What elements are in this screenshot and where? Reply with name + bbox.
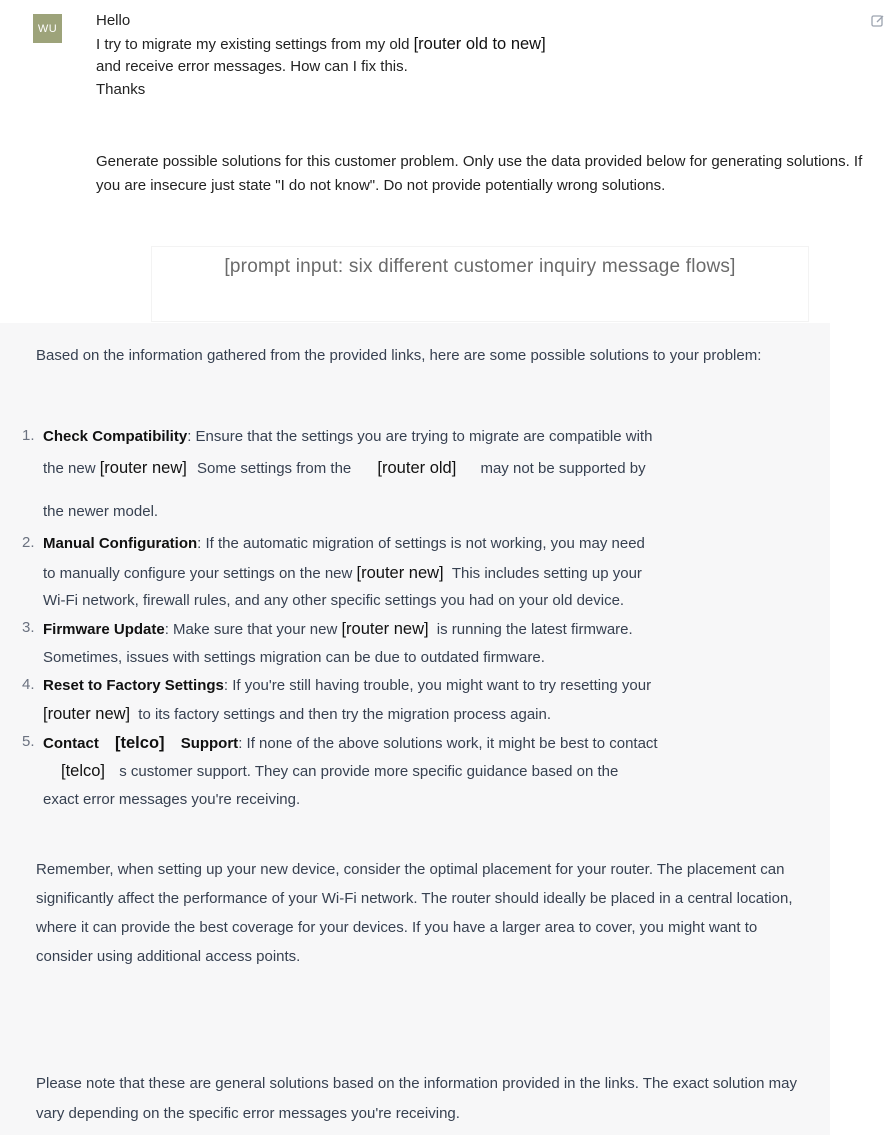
list-number: 2. (22, 534, 35, 551)
list-item-2-line-2: to manually configure your settings on t… (43, 564, 642, 582)
list-number: 5. (22, 733, 35, 750)
list-number: 4. (22, 676, 35, 693)
user-message: WU Hello I try to migrate my existing se… (0, 0, 885, 322)
user-line-1: I try to migrate my existing settings fr… (96, 35, 546, 53)
assistant-intro: Based on the information gathered from t… (36, 347, 762, 364)
list-item-2-line-1: Manual Configuration: If the automatic m… (43, 535, 645, 552)
list-item-5-line-1: Contact [telco] Support: If none of the … (43, 734, 658, 752)
list-item-1-line-2: the new [router new] Some settings from … (43, 459, 646, 477)
list-item-1-line-3: the newer model. (43, 503, 159, 520)
list-item-1-line-1: Check Compatibility: Ensure that the set… (43, 428, 653, 445)
prompt-input-box: [prompt input: six different customer in… (151, 246, 809, 322)
user-instruction: Generate possible solutions for this cus… (96, 153, 863, 194)
list-number: 1. (22, 427, 35, 444)
list-number: 3. (22, 619, 35, 636)
edit-icon[interactable] (871, 14, 885, 28)
list-item-3-line-1: Firmware Update: Make sure that your new… (43, 620, 633, 638)
user-greeting: Hello (96, 12, 131, 29)
list-item-3-line-2: Sometimes, issues with settings migratio… (43, 649, 545, 666)
user-line-3: Thanks (96, 81, 146, 98)
placeholder-router-old-to-new: [router old to new] (413, 35, 546, 53)
assistant-message: Based on the information gathered from t… (0, 323, 830, 1135)
assistant-remember-paragraph: Remember, when setting up your new devic… (36, 861, 793, 965)
prompt-input-text: [prompt input: six different customer in… (224, 256, 736, 277)
list-item-2-line-3: Wi-Fi network, firewall rules, and any o… (43, 592, 625, 609)
user-avatar: WU (33, 14, 62, 43)
list-item-5-line-2: [telco] s customer support. They can pro… (61, 762, 619, 780)
assistant-note-paragraph: Please note that these are general solut… (36, 1075, 798, 1122)
user-line-2: and receive error messages. How can I fi… (96, 58, 408, 75)
list-item-5-line-3: exact error messages you're receiving. (43, 791, 301, 808)
list-item-4-line-1: Reset to Factory Settings: If you're sti… (43, 677, 652, 694)
list-item-4-line-2: [router new] to its factory settings and… (43, 705, 552, 723)
